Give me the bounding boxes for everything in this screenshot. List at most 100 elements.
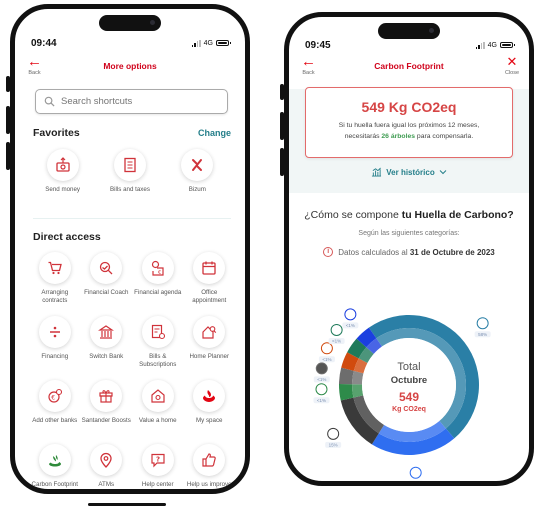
favorites-title: Favorites [33,127,80,139]
legend-item-transport[interactable]: 58% [474,317,491,338]
coach-icon [100,261,113,275]
tile-label: Financial Coach [84,289,129,296]
legend-item-education[interactable]: <1% [328,323,345,344]
favorites-list: Send money Bills and taxes Bizum [29,149,231,194]
calc-date: 31 de Octubre de 2023 [409,247,495,257]
value-home-icon [151,389,165,403]
legend-value: 15% [329,443,338,448]
calendar-icon [202,261,216,275]
description-line-1: Si tu huella fuera igual los próximos 12… [338,122,480,129]
shortcut-help-center[interactable]: ? Help center [132,444,184,489]
shortcut-switch-bank[interactable]: Switch Bank [81,316,133,376]
status-time: 09:44 [31,37,57,49]
bill-icon [124,157,136,173]
send-money-icon [56,157,70,172]
home-planner-icon [202,326,217,339]
legend-item-home[interactable]: 24% [408,466,424,486]
legend-value: <1% [322,357,331,362]
shortcut-home-planner[interactable]: Home Planner [184,316,236,376]
bus-icon [476,317,489,330]
shortcut-add-other-banks[interactable]: € Add other banks [29,380,81,440]
calc-prefix: Datos calculados al [338,247,410,257]
shortcut-atms[interactable]: ATMs [81,444,133,489]
footprint-summary-card: 549 Kg CO2eq Si tu huella fuera igual lo… [305,87,513,158]
favorite-bills-and-taxes[interactable]: Bills and taxes [102,149,158,194]
calc-text: Datos calculados al 31 de Octubre de 202… [338,248,495,257]
direct-access-title: Direct access [33,231,101,243]
tile-icon-circle: € [38,380,71,412]
description-line-2: necesitarás 26 árboles para compensarla. [306,131,512,142]
status-bar: 09:45 4G [305,39,515,51]
shortcut-financing[interactable]: Financing [29,316,81,376]
tile-label: Home Planner [189,353,230,360]
donut-center-line2: Octubre [391,375,427,386]
history-label: Ver histórico [386,167,435,177]
tile-icon-circle [193,380,226,412]
direct-access-header: Direct access [33,231,231,243]
categories-subtitle: Según las siguientes categorías: [358,230,460,237]
bank-icon [98,325,115,339]
footprint-donut-chart: 58% 24% 15% <1% <1% <1% <1% <1% Total Octubre 5… [313,308,491,486]
shortcut-santander-boosts[interactable]: Santander Boosts [81,380,133,440]
close-label: Close [504,70,519,76]
network-label: 4G [203,39,213,47]
cart-icon [48,261,62,275]
change-link[interactable]: Change [198,128,231,138]
composition-question: ¿Cómo se compone tu Huella de Carbono? [289,209,529,221]
legend-value: <1% [317,377,326,382]
legend-item-food[interactable]: <1% [313,383,330,404]
shortcut-value-a-home[interactable]: Value a home [132,380,184,440]
shortcut-financial-agenda[interactable]: € Financial agenda [132,252,184,312]
tile-label: Financing [41,353,69,360]
divide-icon [49,326,60,338]
donut-segment-food[interactable] [339,384,354,401]
shortcut-help-us-improve[interactable]: Help us improve [184,444,236,489]
search-input[interactable] [61,96,211,107]
footprint-description: Si tu huella fuera igual los próximos 12… [306,120,512,142]
dynamic-island [99,15,161,31]
favorite-send-money[interactable]: Send money [35,149,91,194]
tile-icon-circle [38,252,71,284]
legend-item-other[interactable]: <1% [313,362,330,383]
tile-icon-circle [193,316,226,348]
tile-label: Carbon Footprint [31,481,78,488]
tile-label: Bills and taxes [110,186,150,193]
santander-flame-icon [203,390,216,402]
info-icon[interactable]: i [323,247,334,257]
shortcut-financial-coach[interactable]: Financial Coach [81,252,133,312]
history-toggle[interactable]: Ver histórico [289,167,529,177]
close-button[interactable]: ✕ Close [504,55,519,77]
shortcut-office-appointment[interactable]: Office appointment [184,252,236,312]
legend-item-savings[interactable]: <1% [318,342,335,363]
direct-access-grid: Arranging contracts Financial Coach € Finan… [29,252,236,489]
nav-bar: ← Back More options [25,54,235,79]
favorite-bizum[interactable]: Bizum [169,149,225,194]
shortcut-carbon-footprint[interactable]: Carbon Footprint [29,444,81,489]
shortcut-bills-subscriptions[interactable]: Bills & Subscriptions [132,316,184,376]
tile-label: Financial agenda [134,289,182,296]
gift-icon [99,390,113,403]
svg-text:€: € [51,395,55,402]
question-bold: tu Huella de Carbono? [401,209,514,221]
tile-label: Santander Boosts [81,417,131,424]
tile-icon-circle [141,380,174,412]
legend-item-leisure[interactable]: <1% [342,308,359,329]
chevron-down-icon [439,170,447,175]
subscriptions-icon [151,324,165,340]
tile-label: My space [196,417,223,424]
battery-icon [500,42,515,48]
donut-center-line1: Total [397,361,420,373]
legend-item-shopping[interactable]: 15% [325,427,342,448]
thumbs-up-icon [202,453,217,467]
search-field[interactable] [35,89,228,114]
calculation-date: i Datos calculados al 31 de Octubre de 2… [289,247,529,257]
home-euro-icon [409,466,422,479]
shortcut-my-space[interactable]: My space [184,380,236,440]
apple-icon [315,383,328,396]
legend-value: 24% [411,482,420,486]
bizum-icon [192,159,203,171]
section-divider [33,218,231,219]
battery-icon [216,40,231,46]
shortcut-arranging-contracts[interactable]: Arranging contracts [29,252,81,312]
tile-icon-circle [46,149,79,181]
